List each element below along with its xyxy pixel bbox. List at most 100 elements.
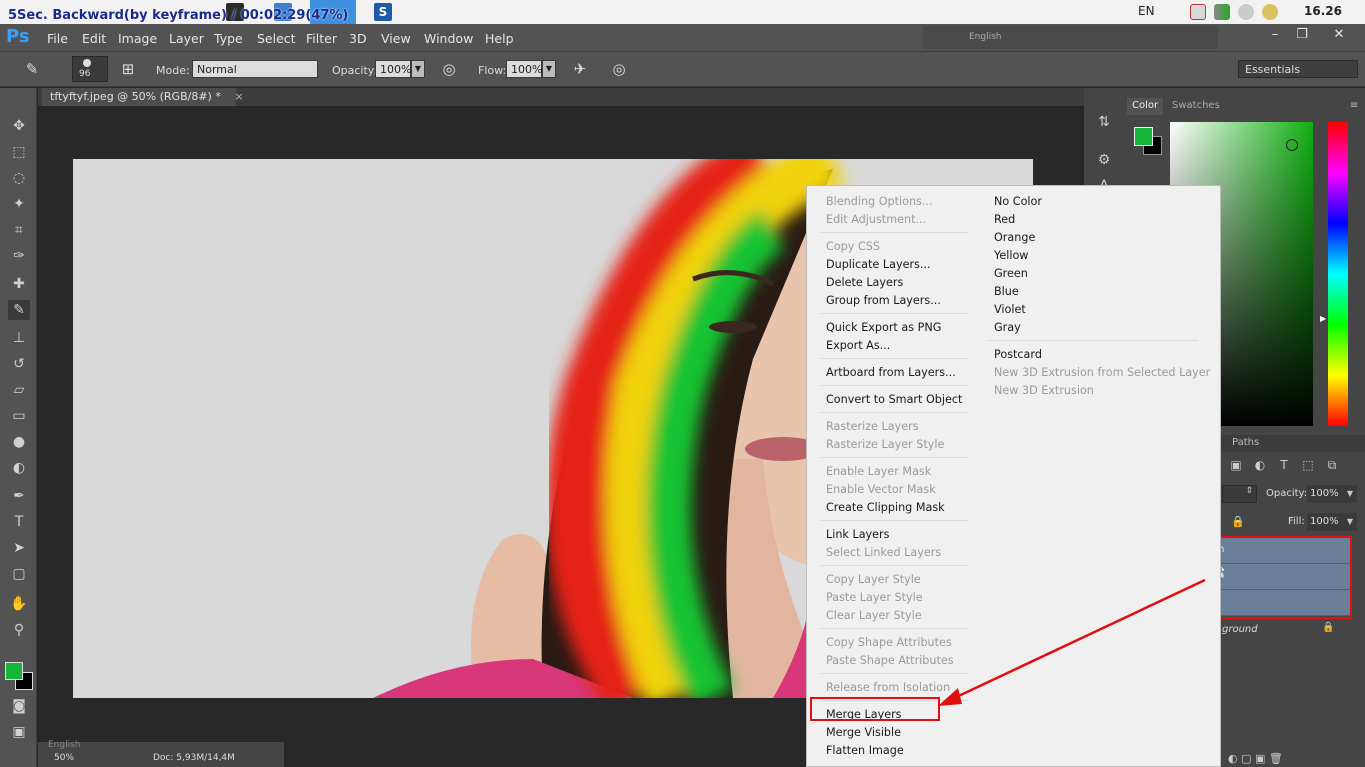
menu-layer[interactable]: Layer: [169, 31, 204, 46]
filter-image-icon[interactable]: ▣: [1228, 458, 1244, 474]
panel-foreground-swatch[interactable]: [1134, 127, 1153, 146]
rectangle-tool-icon[interactable]: ▢: [8, 564, 30, 584]
menu-item-quick-export-as-png[interactable]: Quick Export as PNG: [826, 321, 941, 334]
menu-filter[interactable]: Filter: [306, 31, 337, 46]
volume-icon[interactable]: [1238, 4, 1254, 20]
filter-adjustment-icon[interactable]: ◐: [1252, 458, 1268, 474]
menu-file[interactable]: File: [47, 31, 68, 46]
zoom-tool-icon[interactable]: ⚲: [8, 620, 30, 640]
history-panel-icon[interactable]: ⇅: [1094, 114, 1114, 134]
document-tab-close-icon[interactable]: ×: [234, 90, 243, 103]
menu-item-postcard[interactable]: Postcard: [994, 348, 1042, 361]
menu-item-group-from-layers[interactable]: Group from Layers...: [826, 294, 941, 307]
brush-panel-icon[interactable]: ⊞: [118, 59, 138, 79]
filter-shape-icon[interactable]: ⬚: [1300, 458, 1316, 474]
menu-item-gray[interactable]: Gray: [994, 321, 1021, 334]
taskbar-s-icon[interactable]: S: [374, 3, 392, 21]
blur-tool-icon[interactable]: ●: [8, 432, 30, 452]
background-layer-label[interactable]: ground: [1222, 624, 1258, 635]
path-select-tool-icon[interactable]: ➤: [8, 538, 30, 558]
menu-type[interactable]: Type: [214, 31, 243, 46]
menu-item-delete-layers[interactable]: Delete Layers: [826, 276, 903, 289]
zoom-level[interactable]: 50%: [54, 753, 74, 763]
color-picker-handle[interactable]: [1286, 139, 1298, 151]
menu-item-convert-to-smart-object[interactable]: Convert to Smart Object: [826, 393, 962, 406]
security-icon[interactable]: [1190, 4, 1206, 20]
menu-view[interactable]: View: [381, 31, 411, 46]
menu-window[interactable]: Window: [424, 31, 473, 46]
menu-edit[interactable]: Edit: [82, 31, 106, 46]
marquee-tool-icon[interactable]: ⬚: [8, 142, 30, 162]
layers-opacity-input[interactable]: 100%: [1307, 485, 1343, 503]
menu-item-green[interactable]: Green: [994, 267, 1028, 280]
brush-preset-picker[interactable]: 96: [72, 56, 108, 82]
tab-swatches[interactable]: Swatches: [1172, 100, 1220, 111]
flow-input[interactable]: 100%: [506, 60, 542, 78]
dodge-tool-icon[interactable]: ◐: [8, 458, 30, 478]
workspace-language[interactable]: English: [969, 32, 1002, 42]
flow-dropdown-icon[interactable]: ▼: [542, 60, 556, 78]
filter-type-icon[interactable]: T: [1276, 458, 1292, 474]
move-tool-icon[interactable]: ✥: [8, 116, 30, 136]
layer-actions-icon[interactable]: ◐ ▢ ▣ 🗑: [1228, 752, 1283, 765]
menu-item-link-layers[interactable]: Link Layers: [826, 528, 890, 541]
clock[interactable]: 16.26: [1304, 4, 1342, 18]
menu-item-orange[interactable]: Orange: [994, 231, 1035, 244]
quick-select-tool-icon[interactable]: ✦: [8, 194, 30, 214]
fill-dropdown-icon[interactable]: ▼: [1343, 513, 1357, 531]
opacity-dropdown-icon[interactable]: ▼: [411, 60, 425, 78]
tab-color[interactable]: Color: [1132, 100, 1158, 111]
network-signal-icon[interactable]: [1214, 4, 1230, 20]
layers-opacity-dropdown-icon[interactable]: ▼: [1343, 485, 1357, 503]
document-tab[interactable]: tftyftyf.jpeg @ 50% (RGB/8#) * ×: [42, 88, 244, 106]
filter-smart-icon[interactable]: ⧉: [1324, 458, 1340, 474]
pressure-opacity-icon[interactable]: ◎: [439, 59, 459, 79]
foreground-color-swatch[interactable]: [5, 662, 23, 680]
quick-mask-icon[interactable]: ◙: [8, 696, 30, 716]
lasso-tool-icon[interactable]: ◌: [8, 168, 30, 188]
menu-item-duplicate-layers[interactable]: Duplicate Layers...: [826, 258, 931, 271]
gradient-tool-icon[interactable]: ▭: [8, 406, 30, 426]
mode-select[interactable]: Normal: [192, 60, 318, 78]
fill-input[interactable]: 100%: [1307, 513, 1343, 531]
screen-mode-icon[interactable]: ▣: [8, 722, 30, 742]
menu-item-violet[interactable]: Violet: [994, 303, 1026, 316]
menu-item-red[interactable]: Red: [994, 213, 1015, 226]
menu-item-blue[interactable]: Blue: [994, 285, 1019, 298]
menu-item-merge-visible[interactable]: Merge Visible: [826, 726, 901, 739]
hue-slider[interactable]: [1328, 122, 1348, 426]
menu-image[interactable]: Image: [118, 31, 157, 46]
workspace-select[interactable]: Essentials: [1238, 60, 1358, 78]
brush-tool-icon[interactable]: ✎: [8, 300, 30, 320]
menu-item-flatten-image[interactable]: Flatten Image: [826, 744, 904, 757]
stamp-tool-icon[interactable]: ⊥: [8, 328, 30, 348]
brush-tool-icon[interactable]: ✎: [22, 59, 42, 79]
hand-tool-icon[interactable]: ✋: [8, 594, 30, 614]
minimize-button[interactable]: –: [1263, 27, 1287, 43]
close-button[interactable]: ✕: [1327, 27, 1351, 43]
language-indicator[interactable]: EN: [1138, 4, 1155, 18]
menu-item-artboard-from-layers[interactable]: Artboard from Layers...: [826, 366, 956, 379]
menu-item-export-as[interactable]: Export As...: [826, 339, 890, 352]
eraser-tool-icon[interactable]: ▱: [8, 380, 30, 400]
restore-button[interactable]: ❐: [1290, 27, 1314, 43]
document-info[interactable]: Doc: 5,93M/14,4M: [153, 753, 235, 763]
opacity-input[interactable]: 100%: [375, 60, 411, 78]
healing-tool-icon[interactable]: ✚: [8, 274, 30, 294]
type-tool-icon[interactable]: T: [8, 512, 30, 532]
menu-item-yellow[interactable]: Yellow: [994, 249, 1028, 262]
menu-help[interactable]: Help: [485, 31, 514, 46]
airbrush-icon[interactable]: ✈: [570, 59, 590, 79]
menu-item-no-color[interactable]: No Color: [994, 195, 1042, 208]
menu-select[interactable]: Select: [257, 31, 296, 46]
menu-3d[interactable]: 3D: [349, 31, 367, 46]
blend-mode-dropdown-icon[interactable]: ⇕: [1222, 485, 1257, 503]
lock-all-icon[interactable]: 🔒: [1231, 515, 1245, 528]
crop-tool-icon[interactable]: ⌗: [8, 220, 30, 240]
tab-paths[interactable]: Paths: [1232, 437, 1259, 448]
properties-panel-icon[interactable]: ⚙: [1094, 152, 1114, 172]
pen-tool-icon[interactable]: ✒: [8, 486, 30, 506]
eyedropper-tool-icon[interactable]: ✑: [8, 246, 30, 266]
pressure-size-icon[interactable]: ◎: [609, 59, 629, 79]
history-brush-tool-icon[interactable]: ↺: [8, 354, 30, 374]
